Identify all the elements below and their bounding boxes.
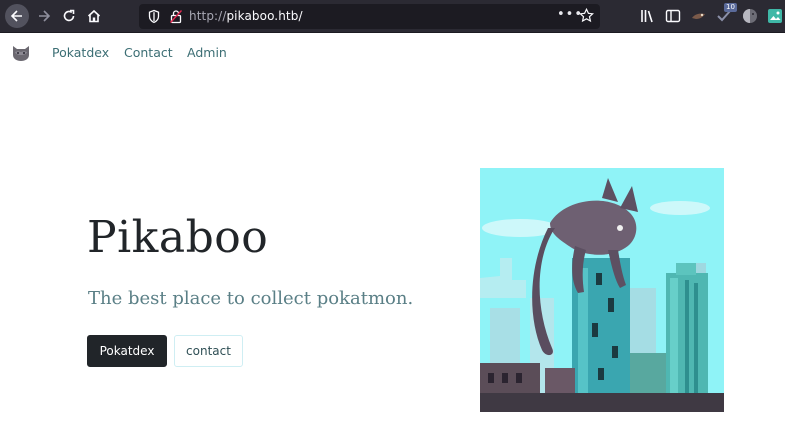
url-text[interactable]: http://pikaboo.htb/ [189, 9, 303, 23]
arrow-right-icon [39, 10, 51, 22]
nav-link-admin[interactable]: Admin [187, 45, 227, 60]
site-navbar: Pokatdex Contact Admin [0, 33, 785, 73]
shield-icon[interactable] [147, 9, 161, 24]
extension-image-icon[interactable] [766, 7, 784, 25]
reload-icon [63, 9, 75, 22]
library-icon[interactable] [639, 7, 657, 25]
extension-fox-icon[interactable] [690, 7, 708, 25]
home-button[interactable] [83, 5, 105, 27]
reload-button[interactable] [58, 5, 80, 27]
url-scheme: http:// [189, 9, 227, 23]
nav-link-pokatdex[interactable]: Pokatdex [52, 45, 109, 60]
star-icon[interactable] [579, 8, 594, 23]
extension-cookie-icon[interactable] [741, 7, 759, 25]
hero-subtitle: The best place to collect pokatmon. [88, 288, 414, 309]
insecure-lock-icon[interactable] [169, 9, 183, 24]
arrow-left-icon [10, 10, 22, 22]
home-icon [87, 9, 101, 23]
nav-link-contact[interactable]: Contact [124, 45, 173, 60]
hero-illustration [480, 168, 724, 412]
forward-button[interactable] [33, 5, 55, 27]
browser-toolbar: http://pikaboo.htb/ ••• 10 [0, 0, 785, 33]
back-button[interactable] [5, 4, 29, 28]
url-host: pikaboo.htb/ [226, 9, 303, 23]
contact-button[interactable]: contact [174, 335, 243, 367]
hero-title: Pikaboo [87, 212, 269, 263]
brand-cat-logo-icon[interactable] [11, 43, 31, 62]
pokatdex-button[interactable]: Pokatdex [87, 335, 167, 367]
sidebar-icon[interactable] [664, 7, 682, 25]
extension-badge: 10 [724, 3, 737, 12]
url-bar[interactable]: http://pikaboo.htb/ ••• [139, 4, 600, 29]
